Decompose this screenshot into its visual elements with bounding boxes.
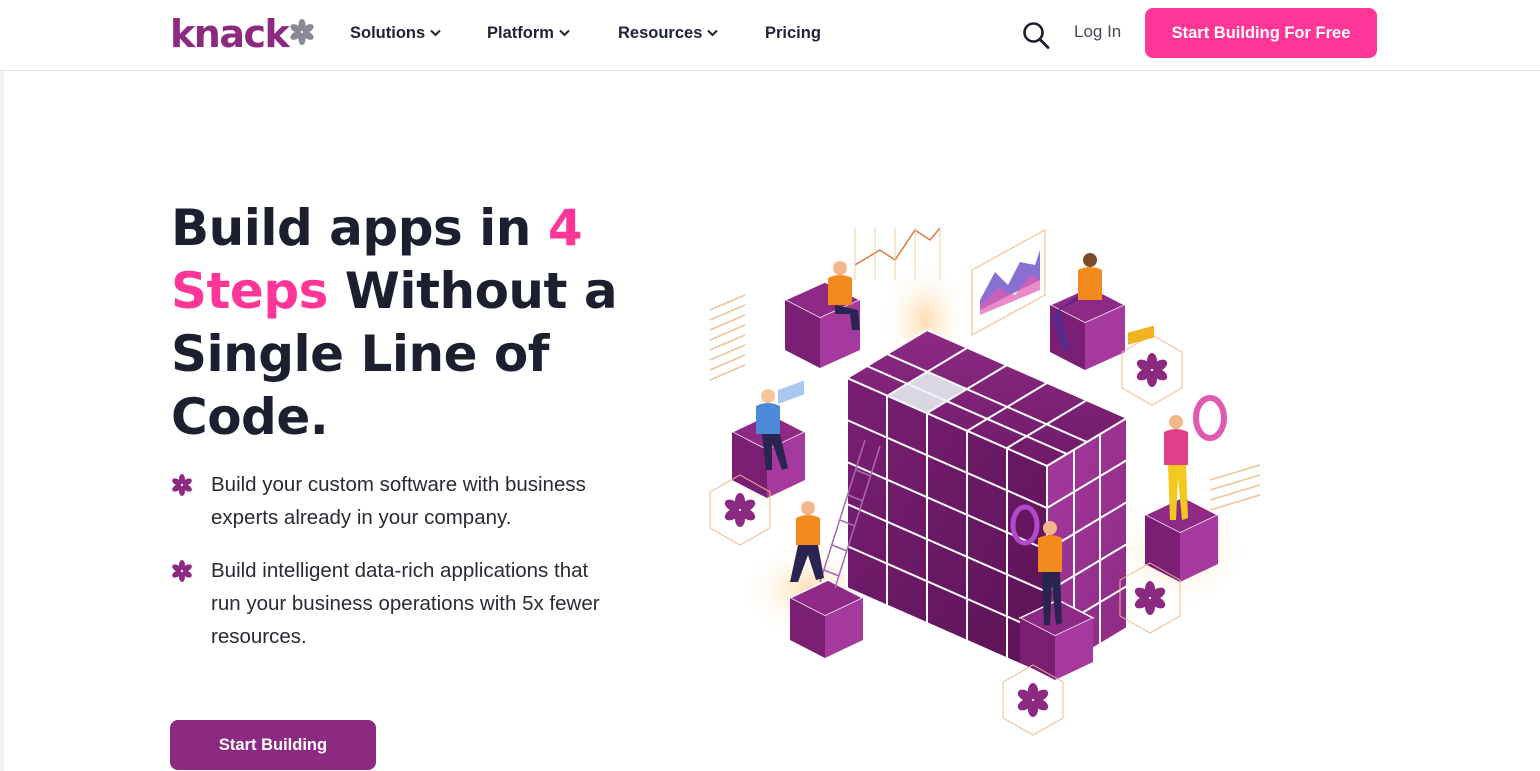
hero-title-part1: Build apps in bbox=[171, 199, 548, 257]
asterisk-bullet-icon bbox=[172, 474, 192, 496]
page-left-edge bbox=[0, 0, 4, 771]
search-icon[interactable] bbox=[1022, 20, 1050, 50]
start-building-button[interactable]: Start Building bbox=[170, 720, 376, 770]
isometric-cube-illustration bbox=[709, 227, 1261, 736]
nav-platform-label: Platform bbox=[487, 23, 554, 42]
nav-platform[interactable]: Platform bbox=[487, 22, 570, 44]
hero-title-highlight-word: Steps bbox=[171, 262, 328, 320]
asterisk-bullet-icon bbox=[172, 560, 192, 582]
hero-bullet: Build intelligent data-rich applications… bbox=[171, 554, 611, 653]
hero-title: Build apps in 4 Steps Without a Single Li… bbox=[171, 197, 631, 449]
asterisk-logo-icon bbox=[290, 19, 314, 45]
hero-bullet-list: Build your custom software with business… bbox=[171, 468, 611, 673]
site-header: knack Solutions Platform Resources Prici… bbox=[0, 0, 1540, 71]
start-building-free-button[interactable]: Start Building For Free bbox=[1145, 8, 1377, 58]
nav-pricing-label: Pricing bbox=[765, 23, 821, 42]
nav-resources[interactable]: Resources bbox=[618, 22, 719, 44]
hero-title-highlight-number: 4 bbox=[547, 199, 583, 257]
chevron-down-icon bbox=[707, 29, 719, 37]
chevron-down-icon bbox=[430, 29, 441, 37]
nav-solutions-label: Solutions bbox=[350, 23, 426, 42]
knack-logo[interactable]: knack bbox=[170, 14, 315, 54]
login-link[interactable]: Log In bbox=[1074, 22, 1121, 42]
hero-bullet: Build your custom software with business… bbox=[171, 468, 611, 534]
hero-bullet-text: Build your custom software with business… bbox=[211, 473, 586, 529]
hero-bullet-text: Build intelligent data-rich applications… bbox=[211, 559, 600, 648]
nav-resources-label: Resources bbox=[618, 23, 703, 42]
logo-wordmark: knack bbox=[170, 12, 290, 56]
chevron-down-icon bbox=[559, 29, 570, 37]
nav-pricing[interactable]: Pricing bbox=[765, 22, 821, 44]
nav-solutions[interactable]: Solutions bbox=[350, 22, 441, 44]
